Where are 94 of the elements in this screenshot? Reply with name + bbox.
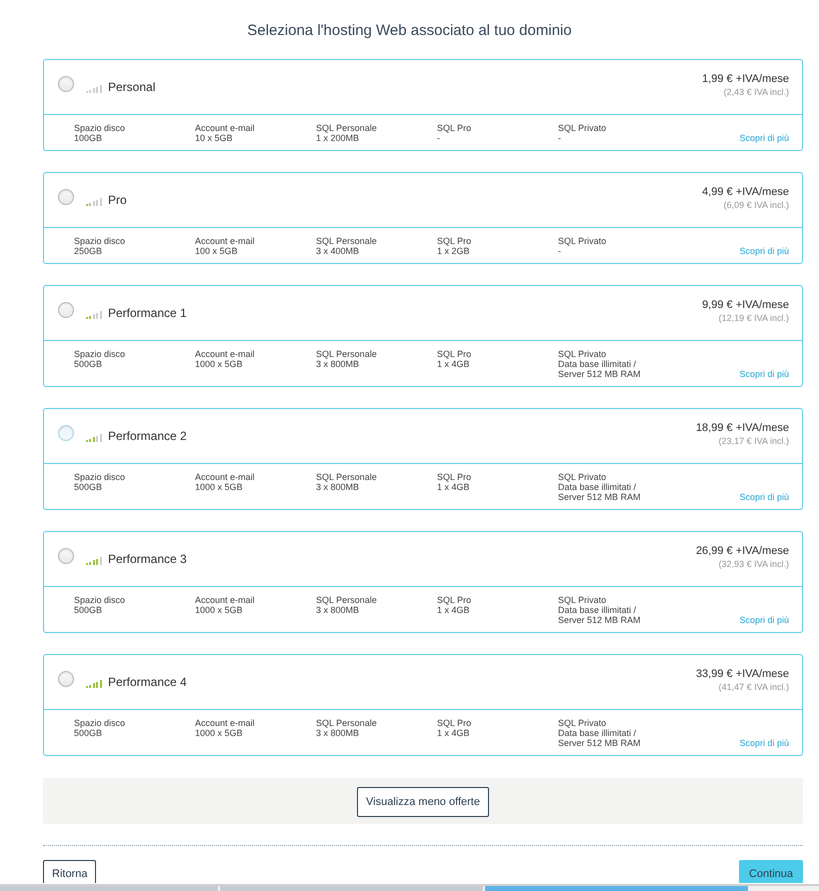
plan-name: Performance 1	[108, 306, 187, 320]
spec-label: SQL Pro	[437, 236, 472, 246]
spec-label: Spazio disco	[74, 123, 126, 133]
spec-value: Data base illimitati / Server 512 MB RAM	[558, 482, 642, 502]
spec-value: 3 x 400MB	[316, 246, 360, 256]
spec-label: SQL Personale	[316, 123, 378, 133]
spec-value: -	[437, 133, 441, 143]
details-link[interactable]: Scopri di più	[739, 738, 789, 748]
spec-value: 100GB	[74, 133, 104, 143]
spec-label: Account e-mail	[195, 472, 256, 482]
spec-label: Account e-mail	[195, 349, 256, 359]
spec-label: SQL Personale	[316, 349, 378, 359]
spec-label: Account e-mail	[195, 595, 256, 605]
spec-value: 1000 x 5GB	[195, 728, 244, 738]
spec-value: 250GB	[74, 246, 104, 256]
spec-value: 1 x 200MB	[316, 133, 360, 143]
spec-value: Data base illimitati / Server 512 MB RAM	[558, 359, 642, 379]
spec-value: 1 x 4GB	[437, 359, 471, 369]
spec-value: -	[558, 133, 562, 143]
price-incl-vat: (12,19 € IVA incl.)	[718, 312, 789, 324]
spec-value: 500GB	[74, 605, 104, 615]
spec-label: SQL Privato	[558, 718, 608, 728]
spec-label: SQL Pro	[437, 123, 472, 133]
details-link[interactable]: Scopri di più	[739, 246, 789, 256]
spec-value: 3 x 800MB	[316, 605, 360, 615]
show-fewer-offers-button[interactable]: Visualizza meno offerte	[357, 786, 489, 816]
spec-value: 500GB	[74, 359, 104, 369]
plan-price: 1,99 € +IVA/mese	[702, 72, 789, 86]
plan-name: Performance 2	[108, 429, 187, 443]
spec-label: SQL Personale	[316, 595, 378, 605]
page-title: Seleziona l'hosting Web associato al tuo dominio	[246, 21, 573, 41]
spec-label: Account e-mail	[195, 236, 256, 246]
spec-value: 3 x 800MB	[316, 728, 360, 738]
spec-value: 1 x 4GB	[437, 482, 471, 492]
details-link[interactable]: Scopri di più	[739, 615, 789, 625]
spec-label: Spazio disco	[74, 595, 126, 605]
spec-value: 3 x 800MB	[316, 359, 360, 369]
plan-name: Pro	[108, 193, 127, 207]
plan-price: 26,99 € +IVA/mese	[696, 544, 789, 558]
spec-label: SQL Pro	[437, 472, 472, 482]
spec-value: -	[558, 246, 562, 256]
spec-value: 3 x 800MB	[316, 482, 360, 492]
spec-label: SQL Personale	[316, 236, 378, 246]
price-incl-vat: (2,43 € IVA incl.)	[724, 86, 789, 98]
plan-radio[interactable]	[58, 548, 74, 564]
spec-label: SQL Privato	[558, 236, 608, 246]
plan-price: 9,99 € +IVA/mese	[702, 298, 789, 312]
spec-label: Spazio disco	[74, 349, 126, 359]
plan-radio[interactable]	[58, 671, 74, 687]
details-link[interactable]: Scopri di più	[739, 369, 789, 379]
spec-value: Data base illimitati / Server 512 MB RAM	[558, 728, 642, 748]
spec-label: Account e-mail	[195, 718, 256, 728]
spec-value: 500GB	[74, 482, 104, 492]
plan-radio[interactable]	[58, 189, 74, 205]
spec-label: SQL Privato	[558, 349, 608, 359]
plan-radio[interactable]	[58, 76, 74, 92]
spec-label: Account e-mail	[195, 123, 256, 133]
spec-value: 500GB	[74, 728, 104, 738]
plan-price: 33,99 € +IVA/mese	[696, 666, 789, 680]
spec-label: SQL Pro	[437, 718, 472, 728]
plan-name: Performance 3	[108, 552, 187, 566]
plan-name: Performance 4	[108, 675, 187, 689]
spec-value: 1000 x 5GB	[195, 482, 244, 492]
spec-label: SQL Pro	[437, 349, 472, 359]
plan-radio[interactable]	[58, 425, 74, 441]
price-incl-vat: (6,09 € IVA incl.)	[724, 198, 789, 210]
spec-value: 100 x 5GB	[195, 246, 239, 256]
spec-label: SQL Pro	[437, 595, 472, 605]
spec-label: SQL Privato	[558, 472, 608, 482]
spec-label: Spazio disco	[74, 236, 126, 246]
spec-label: Spazio disco	[74, 718, 126, 728]
price-incl-vat: (23,17 € IVA incl.)	[718, 434, 789, 446]
spec-value: 1000 x 5GB	[195, 359, 244, 369]
spec-label: Spazio disco	[74, 472, 126, 482]
plan-price: 18,99 € +IVA/mese	[696, 420, 789, 434]
spec-value: 1 x 4GB	[437, 728, 471, 738]
price-incl-vat: (41,47 € IVA incl.)	[718, 680, 789, 692]
details-link[interactable]: Scopri di più	[739, 492, 789, 502]
back-button[interactable]: Ritorna	[43, 860, 96, 883]
spec-value: 1 x 2GB	[437, 246, 471, 256]
spec-label: SQL Privato	[558, 595, 608, 605]
spec-value: 10 x 5GB	[195, 133, 234, 143]
plan-price: 4,99 € +IVA/mese	[702, 184, 789, 198]
spec-label: SQL Personale	[316, 718, 378, 728]
spec-label: SQL Personale	[316, 472, 378, 482]
continue-button[interactable]: Continua	[738, 860, 803, 883]
spec-label: SQL Privato	[558, 123, 608, 133]
details-link[interactable]: Scopri di più	[739, 133, 789, 143]
plan-name: Personal	[108, 80, 156, 94]
plan-radio[interactable]	[58, 302, 74, 318]
spec-value: 1000 x 5GB	[195, 605, 244, 615]
price-incl-vat: (32,93 € IVA incl.)	[718, 558, 789, 570]
spec-value: 1 x 4GB	[437, 605, 471, 615]
spec-value: Data base illimitati / Server 512 MB RAM	[558, 605, 642, 625]
